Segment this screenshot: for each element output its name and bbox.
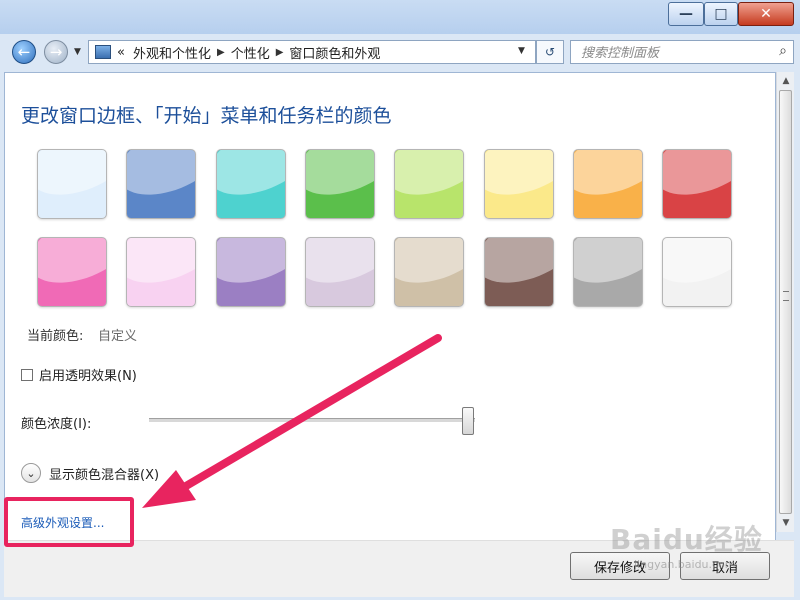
watermark-logo: Baidu经验	[610, 523, 763, 556]
arrow-shaft	[182, 334, 442, 490]
window: — □ ✕ ← → ▼ « 外观和个性化 ▶ 个性化 ▶ 窗口颜色和外观 ▼ ↺…	[0, 0, 800, 600]
arrow-head	[142, 470, 196, 508]
watermark-url: jingyan.baidu.com	[634, 558, 736, 571]
annotation-arrow	[142, 334, 442, 508]
